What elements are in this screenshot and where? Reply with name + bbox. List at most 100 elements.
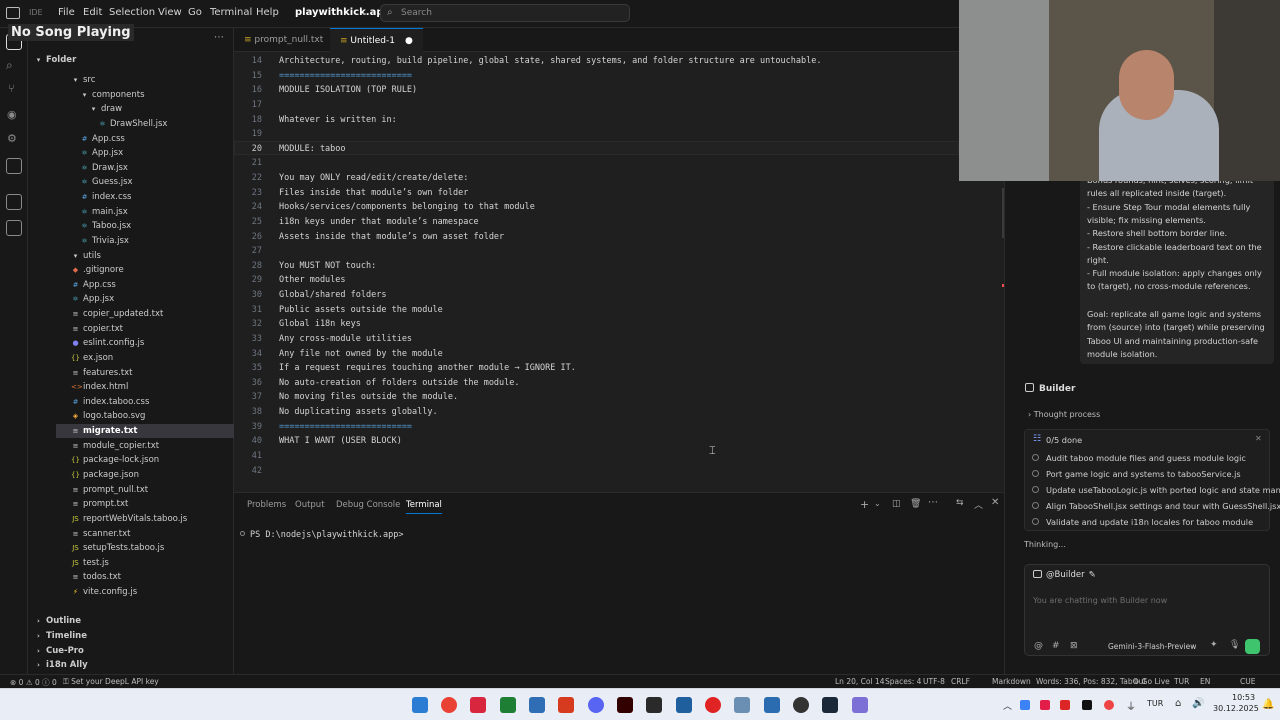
code-line[interactable]: MODULE: taboo: [279, 144, 346, 154]
testing-icon[interactable]: [6, 220, 22, 236]
menu-selection[interactable]: Selection: [109, 7, 155, 18]
code-line[interactable]: MODULE ISOLATION (TOP RULE): [279, 85, 417, 95]
code-line[interactable]: Assets inside that module’s own asset fo…: [279, 232, 504, 242]
tree-file[interactable]: ≡ todos.txt: [56, 570, 262, 584]
cursor-position[interactable]: Ln 20, Col 14: [835, 677, 884, 686]
edge-icon[interactable]: [764, 697, 780, 713]
tree-file[interactable]: ◆ .gitignore: [56, 263, 262, 277]
terminal-prompt[interactable]: PS D:\nodejs\playwithkick.app>: [250, 530, 404, 540]
code-line[interactable]: WHAT I WANT (USER BLOCK): [279, 436, 402, 446]
model-selector[interactable]: Gemini-3-Flash-Preview: [1108, 642, 1196, 651]
tree-file[interactable]: ⚛ Taboo.jsx: [56, 219, 262, 233]
send-button[interactable]: [1245, 639, 1260, 654]
tree-file[interactable]: # App.css: [56, 278, 262, 292]
locale-tur[interactable]: TUR: [1174, 677, 1189, 686]
chevron-down-icon[interactable]: ⌄: [361, 8, 368, 17]
locale-en[interactable]: EN: [1200, 677, 1210, 686]
usb-icon[interactable]: ⏚: [1126, 698, 1136, 713]
vscode-icon[interactable]: [529, 697, 545, 713]
mention-icon[interactable]: @: [1034, 641, 1043, 651]
tree-file[interactable]: ⚛ main.jsx: [56, 205, 262, 219]
command-search[interactable]: ⌕ Search: [380, 4, 630, 22]
code-line[interactable]: No moving files outside the module.: [279, 392, 458, 402]
code-line[interactable]: Public assets outside the module: [279, 305, 443, 315]
more-actions-icon[interactable]: ⋯: [214, 32, 224, 43]
sparkle-icon[interactable]: ✦: [1210, 640, 1218, 650]
steam-icon[interactable]: [822, 697, 838, 713]
tree-file[interactable]: JS reportWebVitals.taboo.js: [56, 512, 262, 526]
menu-view[interactable]: View: [158, 7, 182, 18]
settings-gear-icon[interactable]: ⚙: [7, 132, 17, 145]
hash-icon[interactable]: #: [1052, 641, 1060, 651]
tree-file[interactable]: ≡ migrate.txt: [56, 424, 262, 439]
menu-terminal[interactable]: Terminal: [210, 7, 252, 18]
add-terminal-icon[interactable]: +: [860, 498, 869, 511]
tree-file[interactable]: ⚛ Draw.jsx: [56, 161, 262, 175]
thought-process-toggle[interactable]: › Thought process: [1028, 410, 1100, 419]
tab-untitled-1[interactable]: ≡ Untitled-1 ●: [330, 28, 423, 52]
language-mode[interactable]: Markdown: [992, 677, 1031, 686]
davinci-icon[interactable]: [646, 697, 662, 713]
deepl-status[interactable]: ⚿ Set your DeepL API key: [63, 677, 159, 687]
workspace-name[interactable]: playwithkick.app: [295, 7, 391, 18]
tray-app-icon[interactable]: [1104, 700, 1114, 710]
code-line[interactable]: No duplicating assets globally.: [279, 407, 438, 417]
section-outline[interactable]: › Outline: [28, 614, 234, 628]
code-line[interactable]: Hooks/services/components belonging to t…: [279, 202, 535, 212]
tree-folder[interactable]: ▾ components: [56, 88, 262, 102]
keyboard-language[interactable]: TUR: [1147, 699, 1163, 708]
code-line[interactable]: i18n keys under that module’s namespace: [279, 217, 479, 227]
tab-prompt-null[interactable]: ≡ prompt_null.txt: [234, 28, 333, 52]
discord-icon[interactable]: [588, 697, 604, 713]
tree-file[interactable]: JS test.js: [56, 556, 262, 570]
clock-time[interactable]: 10:53: [1232, 693, 1255, 702]
app-blue-icon[interactable]: [676, 697, 692, 713]
more-actions-icon[interactable]: ⋯: [928, 497, 938, 508]
tree-file[interactable]: ≡ prompt.txt: [56, 497, 262, 511]
vivaldi-icon[interactable]: [470, 697, 486, 713]
tree-file[interactable]: ≡ features.txt: [56, 366, 262, 380]
app-purple-icon[interactable]: [852, 697, 868, 713]
record-icon[interactable]: [705, 697, 721, 713]
tree-file[interactable]: ◈ logo.taboo.svg: [56, 409, 262, 423]
tree-folder[interactable]: ▾ utils: [56, 249, 262, 263]
tree-file[interactable]: ≡ copier_updated.txt: [56, 307, 262, 321]
tree-file[interactable]: ≡ prompt_null.txt: [56, 483, 262, 497]
locale-cue[interactable]: CUE: [1240, 677, 1255, 686]
trash-icon[interactable]: 🗑: [910, 499, 921, 509]
tree-file[interactable]: JS setupTests.taboo.js: [56, 541, 262, 555]
chevron-down-icon[interactable]: ⌄: [1189, 641, 1196, 650]
volume-icon[interactable]: 🔊: [1192, 698, 1204, 709]
go-live-button[interactable]: ⊚ Go Live: [1133, 677, 1170, 686]
code-line[interactable]: ==========================: [279, 71, 412, 81]
code-line[interactable]: Any cross-module utilities: [279, 334, 412, 344]
chrome-icon[interactable]: [441, 697, 457, 713]
tree-file[interactable]: ⚛ App.jsx: [56, 292, 262, 306]
close-icon[interactable]: ✕: [1255, 434, 1262, 443]
eol-status[interactable]: CRLF: [951, 677, 970, 686]
tree-file[interactable]: {} package-lock.json: [56, 453, 262, 467]
tree-folder[interactable]: ▾ draw: [56, 102, 262, 116]
tree-file[interactable]: {} package.json: [56, 468, 262, 482]
extensions-icon[interactable]: [6, 158, 22, 174]
indent-status[interactable]: Spaces: 4: [885, 677, 921, 686]
remote-explorer-icon[interactable]: [6, 194, 22, 210]
section-timeline[interactable]: › Timeline: [28, 629, 234, 643]
tray-chevron-icon[interactable]: ︿: [1003, 699, 1012, 712]
clock-date[interactable]: 30.12.2025: [1213, 704, 1259, 713]
tab-debug-console[interactable]: Debug Console: [336, 500, 400, 510]
split-terminal-icon[interactable]: ◫: [892, 499, 901, 509]
menu-go[interactable]: Go: [188, 7, 202, 18]
tree-file[interactable]: <>index.html: [56, 380, 262, 394]
tree-file[interactable]: ≡ module_copier.txt: [56, 439, 262, 453]
source-control-icon[interactable]: ⑂: [8, 82, 15, 95]
tree-file[interactable]: ⚛ Trivia.jsx: [56, 234, 262, 248]
tree-file[interactable]: {} ex.json: [56, 351, 262, 365]
tab-output[interactable]: Output: [295, 500, 325, 510]
tree-file[interactable]: ⚛ DrawShell.jsx: [56, 117, 262, 131]
windows-start-icon[interactable]: [412, 697, 428, 713]
code-line[interactable]: You MUST NOT touch:: [279, 261, 376, 271]
menu-file[interactable]: File: [58, 7, 75, 18]
filezilla-icon[interactable]: [558, 697, 574, 713]
code-line[interactable]: Global i18n keys: [279, 319, 361, 329]
